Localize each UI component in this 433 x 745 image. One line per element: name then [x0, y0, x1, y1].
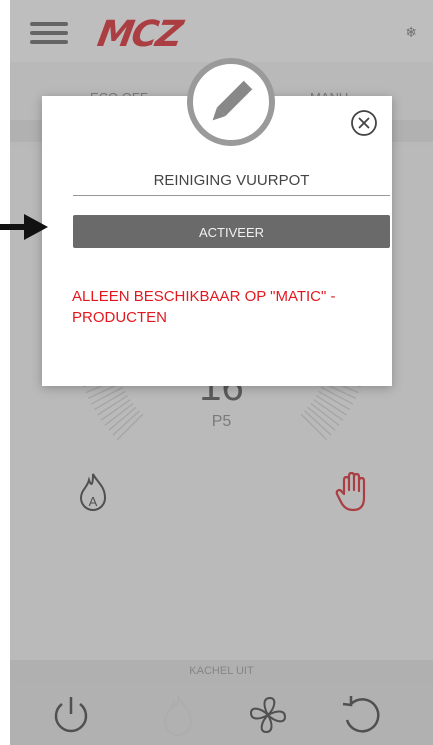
app-screen: MCZ ❄ ECO OFF MANU 16 P5 A KACHEL UIT	[10, 0, 433, 745]
pencil-icon	[187, 58, 275, 146]
availability-warning: ALLEEN BESCHIKBAAR OP "MATIC" - PRODUCTE…	[72, 288, 336, 326]
activate-button[interactable]: ACTIVEER	[73, 215, 390, 248]
pointer-arrow-icon	[0, 214, 48, 240]
close-circle-icon[interactable]	[349, 108, 379, 138]
dialog-title: REINIGING VUURPOT	[73, 172, 390, 196]
